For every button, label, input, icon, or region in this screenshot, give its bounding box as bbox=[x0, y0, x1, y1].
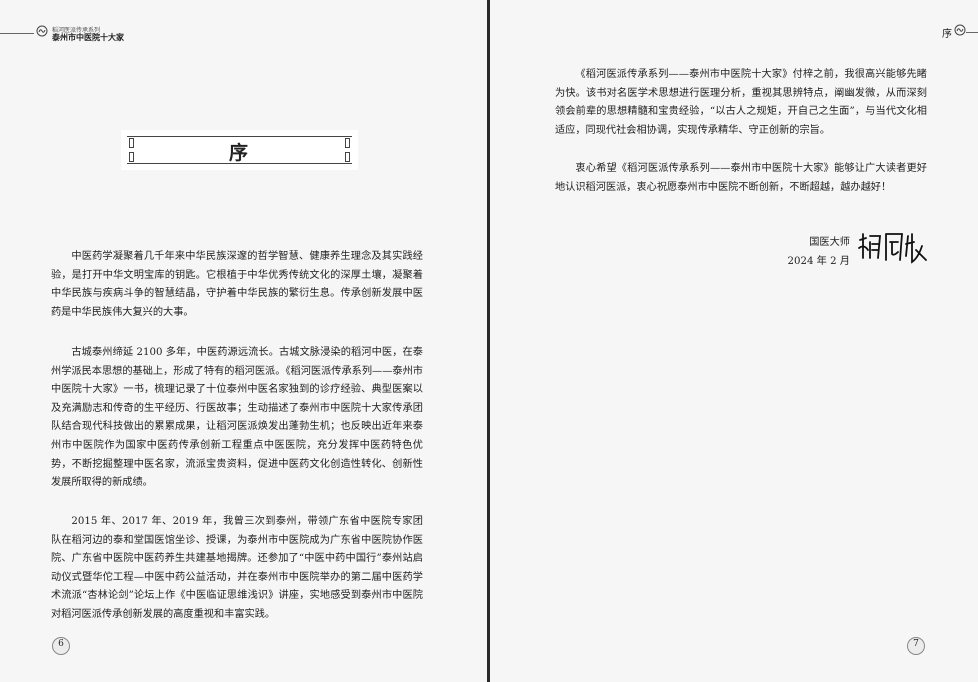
body-paragraph: 衷心希望《稻河医派传承系列——泰州市中医院十大家》能够让广大读者更好地认识稻河医… bbox=[555, 163, 927, 193]
body-paragraph: 《稻河医派传承系列——泰州市中医院十大家》付梓之前，我很高兴能够先睹为快。该书对… bbox=[555, 69, 927, 136]
header-rule bbox=[966, 32, 978, 33]
running-header-right: 序 bbox=[878, 22, 978, 42]
title-box: 序 bbox=[121, 130, 358, 170]
signature-role: 国医大师 bbox=[809, 237, 850, 248]
page-number-text: 7 bbox=[913, 639, 919, 649]
cloud-ornament-icon bbox=[954, 24, 966, 36]
running-header-left: 稻河医派传承系列 泰州市中医院十大家 bbox=[0, 24, 200, 44]
page-number-right: 7 bbox=[906, 636, 926, 656]
page-number-left: 6 bbox=[51, 636, 71, 656]
header-book-title: 泰州市中医院十大家 bbox=[52, 33, 124, 42]
body-paragraph: 古城泰州缔延 2100 多年，中医药源远流长。古城文脉浸染的稻河中医，在泰州学派… bbox=[51, 347, 423, 489]
signature-date: 2024 年 2 月 bbox=[787, 255, 851, 267]
header-rule bbox=[0, 33, 34, 34]
body-paragraph: 2015 年、2017 年、2019 年，我曾三次到泰州，带领广东省中医院专家团… bbox=[51, 516, 423, 620]
page-title: 序 bbox=[228, 142, 250, 164]
signature-block: 国医大师 2024 年 2 月 bbox=[740, 234, 851, 271]
header-section-label: 序 bbox=[942, 29, 952, 40]
cloud-ornament-icon bbox=[36, 25, 48, 37]
body-paragraph: 中医药学凝聚着几千年来中华民族深邃的哲学智慧、健康养生理念及其实践经验，是打开中… bbox=[51, 251, 423, 318]
page-number-text: 6 bbox=[58, 639, 64, 649]
handwritten-signature bbox=[858, 233, 927, 264]
